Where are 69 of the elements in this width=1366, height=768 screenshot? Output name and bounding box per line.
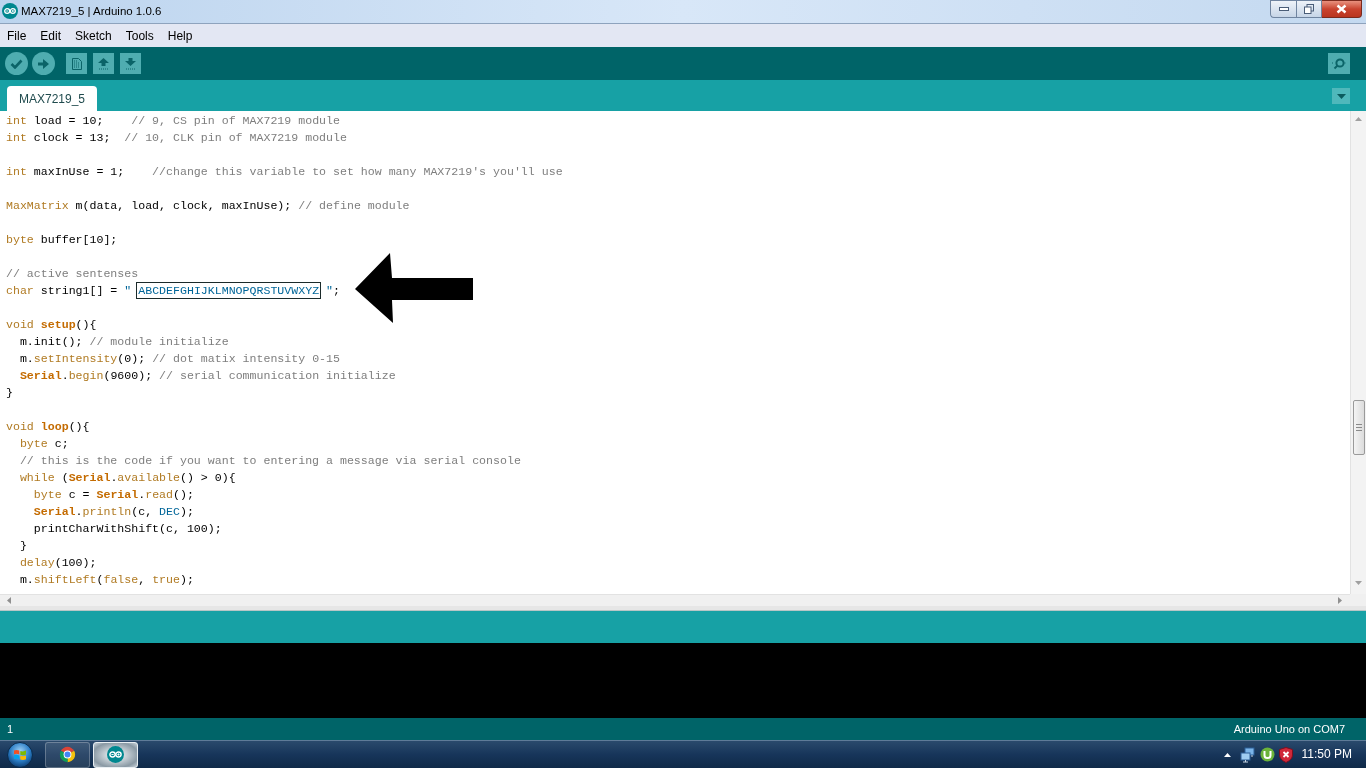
tab-menu-button[interactable] [1332,88,1350,104]
restore-icon [1304,4,1314,14]
taskbar-button[interactable] [93,741,138,768]
code-line: Serial.begin(9600); // serial communication initialize [18,368,396,384]
code-line: void setup(){ [6,317,97,333]
up-arrow-icon [98,57,109,70]
code-line: m.init(); // module initialize [18,334,229,350]
code-line: byte c = Serial.read(); [32,487,194,503]
menu-item[interactable]: Help [160,27,200,44]
code-line: m.setIntensity(0); // dot matix intensity 0-15 [18,351,340,367]
code-line: MaxMatrix m(data, load, clock, maxInUse); // define module [6,198,410,214]
minimize-button[interactable] [1270,0,1296,18]
menu-item[interactable]: File [0,27,34,44]
down-arrow-icon [125,57,136,70]
shield-icon[interactable] [1278,746,1293,763]
scroll-down-icon [1355,581,1362,585]
code-line: byte c; [18,436,69,452]
vertical-scrollbar[interactable] [1350,111,1366,594]
new-button[interactable] [66,53,87,74]
close-button[interactable] [1322,0,1362,18]
code-line: int load = 10; // 9, CS pin of MAX7219 module [6,113,340,129]
network-icon[interactable] [1239,746,1256,763]
close-icon [1336,4,1347,14]
save-button[interactable] [120,53,141,74]
code-line: int maxInUse = 1; //change this variable to set how many MAX7219's you'll use [6,164,563,180]
right-arrow-icon [38,58,49,69]
menu-item[interactable]: Tools [118,27,161,44]
minimize-icon [1278,7,1289,11]
verify-button[interactable] [5,52,28,75]
scroll-up-icon [1355,117,1362,121]
code-line: m.shiftLeft(false, true); [18,572,194,588]
code-line: int clock = 13; // 10, CLK pin of MAX7219 module [6,130,347,146]
code-line: Serial.println(c, DEC); [32,504,194,520]
code-line: } [6,385,13,401]
infinity-logo-icon [107,746,124,763]
start-button[interactable] [7,741,33,768]
code-line: } [18,538,27,554]
infinity-logo-icon [2,3,18,19]
check-icon [10,58,23,69]
clock-text[interactable]: 11:50 PM [1301,747,1352,762]
restore-button[interactable] [1296,0,1322,18]
scroll-thumb[interactable] [1353,400,1365,455]
menu-item[interactable]: Sketch [68,27,119,44]
code-line: // active sentenses [6,266,139,282]
code-line: while (Serial.available() > 0){ [18,470,236,486]
u-logo-icon[interactable] [1259,747,1275,762]
upload-button[interactable] [32,52,55,75]
file-tab[interactable]: MAX7219_5 [7,86,98,111]
board-port-label: Arduino Uno on COM7 [1233,722,1345,736]
code-line: // this is the code if you want to entering a message via serial console [18,453,521,469]
ring-logo-icon [59,746,76,763]
line-number: 1 [7,722,14,736]
code-line: delay(100); [18,555,97,571]
start-orb-icon [7,741,33,768]
scroll-right-icon [1338,597,1342,604]
caret-up-icon[interactable] [1223,752,1231,757]
page-icon [71,57,82,70]
code-line: byte buffer[10]; [6,232,118,248]
code-line: void loop(){ [6,419,90,435]
open-button[interactable] [93,53,114,74]
left-arrow-icon [355,253,473,323]
code-line: printCharWithShift(c, 100); [32,521,222,537]
window-title: MAX7219_5 | Arduino 1.0.6 [21,4,162,19]
menu-item[interactable]: Edit [33,27,69,44]
serial-monitor-button[interactable] [1328,53,1350,74]
search-icon [1331,57,1347,70]
code-line: char string1[] = " ABCDEFGHIJKLMNOPQRSTUVWXYZ "; [6,283,340,299]
scroll-left-icon [7,597,11,604]
caret-down-icon [1336,93,1346,99]
